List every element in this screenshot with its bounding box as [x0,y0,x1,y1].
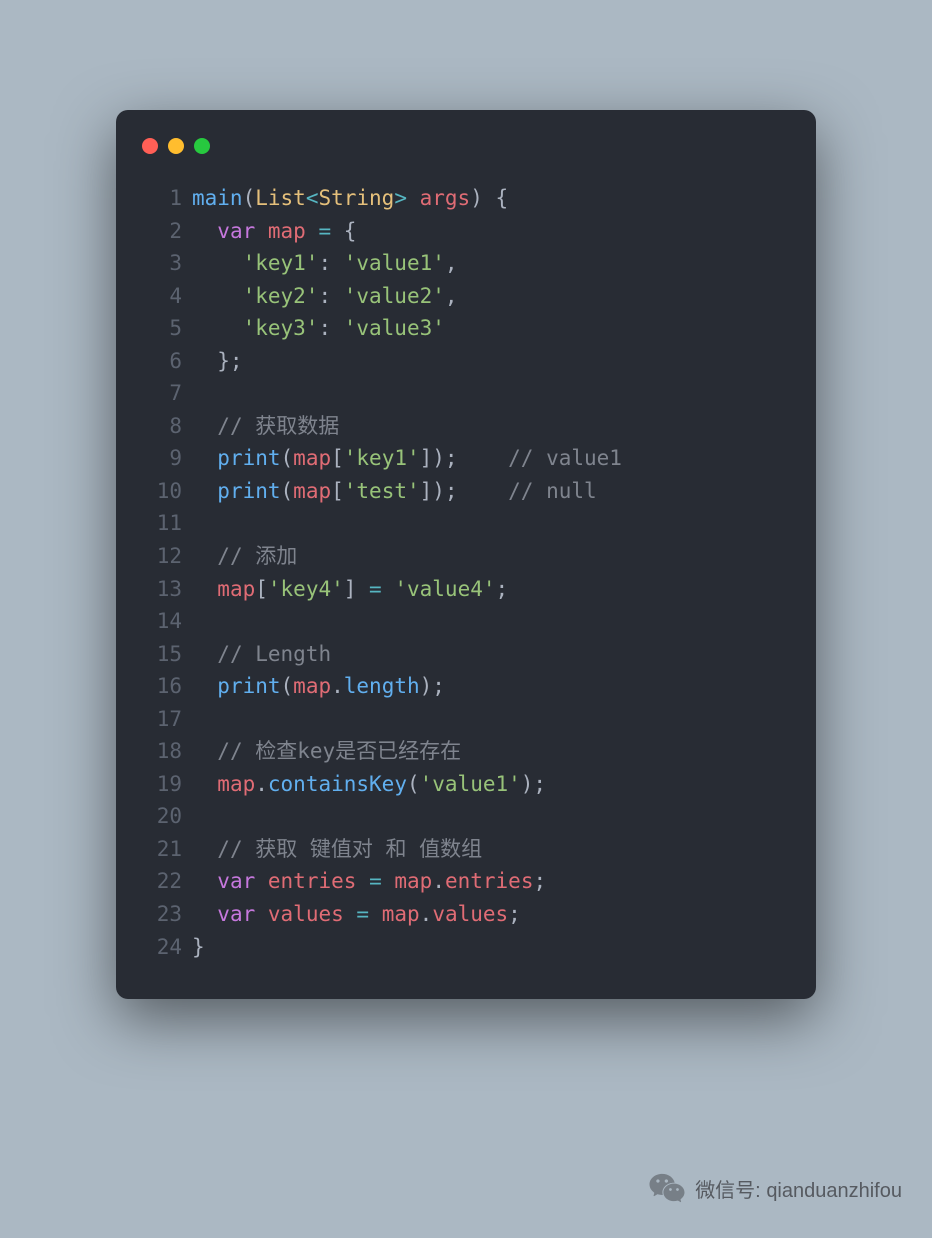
line-content: var entries = map.entries; [192,865,790,898]
line-content: var map = { [192,215,790,248]
wechat-watermark: 微信号: qianduanzhifou [647,1168,902,1208]
code-block: 1main(List<String> args) {2 var map = {3… [142,182,790,963]
line-content: // 获取数据 [192,410,790,443]
code-line: 9 print(map['key1']); // value1 [142,442,790,475]
line-number: 19 [142,768,182,801]
code-line: 11 [142,507,790,540]
line-number: 23 [142,898,182,931]
line-content: print(map.length); [192,670,790,703]
line-number: 5 [142,312,182,345]
line-number: 10 [142,475,182,508]
line-number: 20 [142,800,182,833]
line-number: 24 [142,931,182,964]
minimize-icon[interactable] [168,138,184,154]
line-content [192,507,790,540]
line-number: 16 [142,670,182,703]
line-content: map['key4'] = 'value4'; [192,573,790,606]
line-number: 21 [142,833,182,866]
code-line: 12 // 添加 [142,540,790,573]
line-content: // 获取 键值对 和 值数组 [192,833,790,866]
line-number: 12 [142,540,182,573]
code-line: 20 [142,800,790,833]
code-line: 1 main(List<String> args) { [142,182,790,215]
zoom-icon[interactable] [194,138,210,154]
line-content: print(map['test']); // null [192,475,790,508]
line-content: } [192,931,790,964]
line-content: var values = map.values; [192,898,790,931]
code-window: 1main(List<String> args) {2 var map = {3… [116,110,816,999]
code-line: 15 // Length [142,638,790,671]
line-content: 'key3': 'value3' [192,312,790,345]
code-line: 5 'key3': 'value3' [142,312,790,345]
wechat-icon [647,1168,687,1208]
line-content: main(List<String> args) { [192,182,790,215]
line-content: // Length [192,638,790,671]
line-number: 9 [142,442,182,475]
line-number: 4 [142,280,182,313]
code-line: 10 print(map['test']); // null [142,475,790,508]
line-content: // 添加 [192,540,790,573]
line-content [192,377,790,410]
code-line: 17 [142,703,790,736]
window-controls [142,138,790,154]
line-content: print(map['key1']); // value1 [192,442,790,475]
line-number: 8 [142,410,182,443]
line-content: 'key2': 'value2', [192,280,790,313]
line-number: 2 [142,215,182,248]
code-line: 22 var entries = map.entries; [142,865,790,898]
code-line: 14 [142,605,790,638]
wechat-label: 微信号: qianduanzhifou [695,1174,902,1203]
code-line: 2 var map = { [142,215,790,248]
code-line: 7 [142,377,790,410]
line-content: map.containsKey('value1'); [192,768,790,801]
line-content [192,800,790,833]
close-icon[interactable] [142,138,158,154]
code-line: 13 map['key4'] = 'value4'; [142,573,790,606]
line-number: 6 [142,345,182,378]
line-content: 'key1': 'value1', [192,247,790,280]
code-line: 23 var values = map.values; [142,898,790,931]
line-number: 7 [142,377,182,410]
line-number: 17 [142,703,182,736]
code-line: 8 // 获取数据 [142,410,790,443]
line-number: 1 [142,182,182,215]
code-line: 6 }; [142,345,790,378]
code-line: 19 map.containsKey('value1'); [142,768,790,801]
line-number: 13 [142,573,182,606]
code-line: 24} [142,931,790,964]
code-line: 3 'key1': 'value1', [142,247,790,280]
line-number: 15 [142,638,182,671]
line-number: 11 [142,507,182,540]
line-content [192,605,790,638]
code-line: 18 // 检查key是否已经存在 [142,735,790,768]
line-number: 14 [142,605,182,638]
code-line: 16 print(map.length); [142,670,790,703]
line-content: }; [192,345,790,378]
line-content: // 检查key是否已经存在 [192,735,790,768]
line-number: 3 [142,247,182,280]
line-content [192,703,790,736]
line-number: 18 [142,735,182,768]
code-line: 21 // 获取 键值对 和 值数组 [142,833,790,866]
line-number: 22 [142,865,182,898]
code-line: 4 'key2': 'value2', [142,280,790,313]
